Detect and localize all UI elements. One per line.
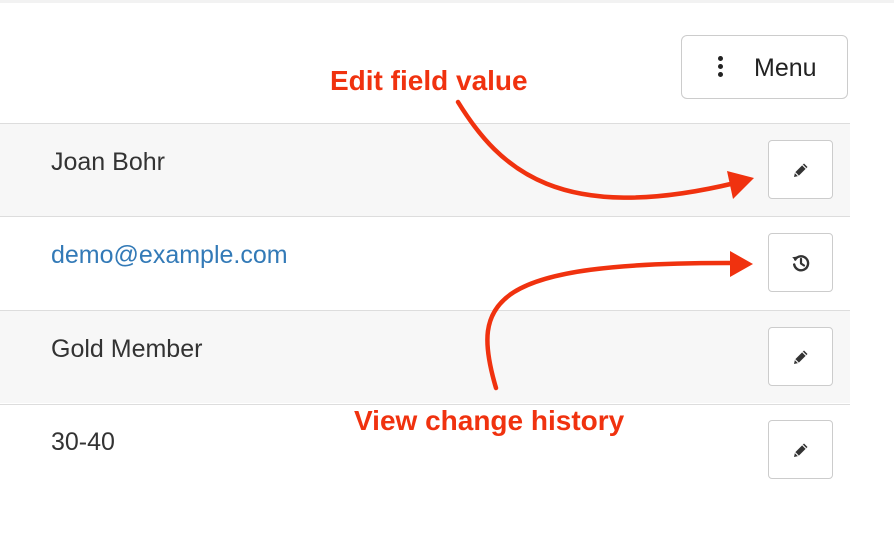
history-annotation-label: View change history — [354, 405, 625, 436]
pencil-icon — [793, 350, 807, 364]
field-value-age-range: 30-40 — [51, 428, 115, 456]
pencil-icon — [793, 163, 807, 177]
field-value-membership: Gold Member — [51, 335, 203, 363]
field-row-email: demo@example.com — [0, 216, 850, 309]
view-history-button[interactable] — [768, 233, 833, 292]
top-divider — [0, 0, 894, 3]
pencil-icon — [793, 443, 807, 457]
vertical-dots-icon — [718, 56, 724, 80]
field-row-name: Joan Bohr — [0, 123, 850, 216]
field-value-email-link[interactable]: demo@example.com — [51, 241, 288, 269]
field-row-membership: Gold Member — [0, 310, 850, 403]
edit-age-range-button[interactable] — [768, 420, 833, 479]
edit-annotation-label: Edit field value — [330, 65, 528, 96]
menu-button-label: Menu — [754, 54, 817, 82]
menu-button[interactable]: Menu — [681, 35, 848, 99]
record-detail-page: Menu Joan Bohr demo@example.com Gold Mem… — [0, 0, 894, 534]
edit-name-button[interactable] — [768, 140, 833, 199]
field-value-name: Joan Bohr — [51, 148, 165, 176]
edit-membership-button[interactable] — [768, 327, 833, 386]
history-icon — [791, 254, 809, 271]
